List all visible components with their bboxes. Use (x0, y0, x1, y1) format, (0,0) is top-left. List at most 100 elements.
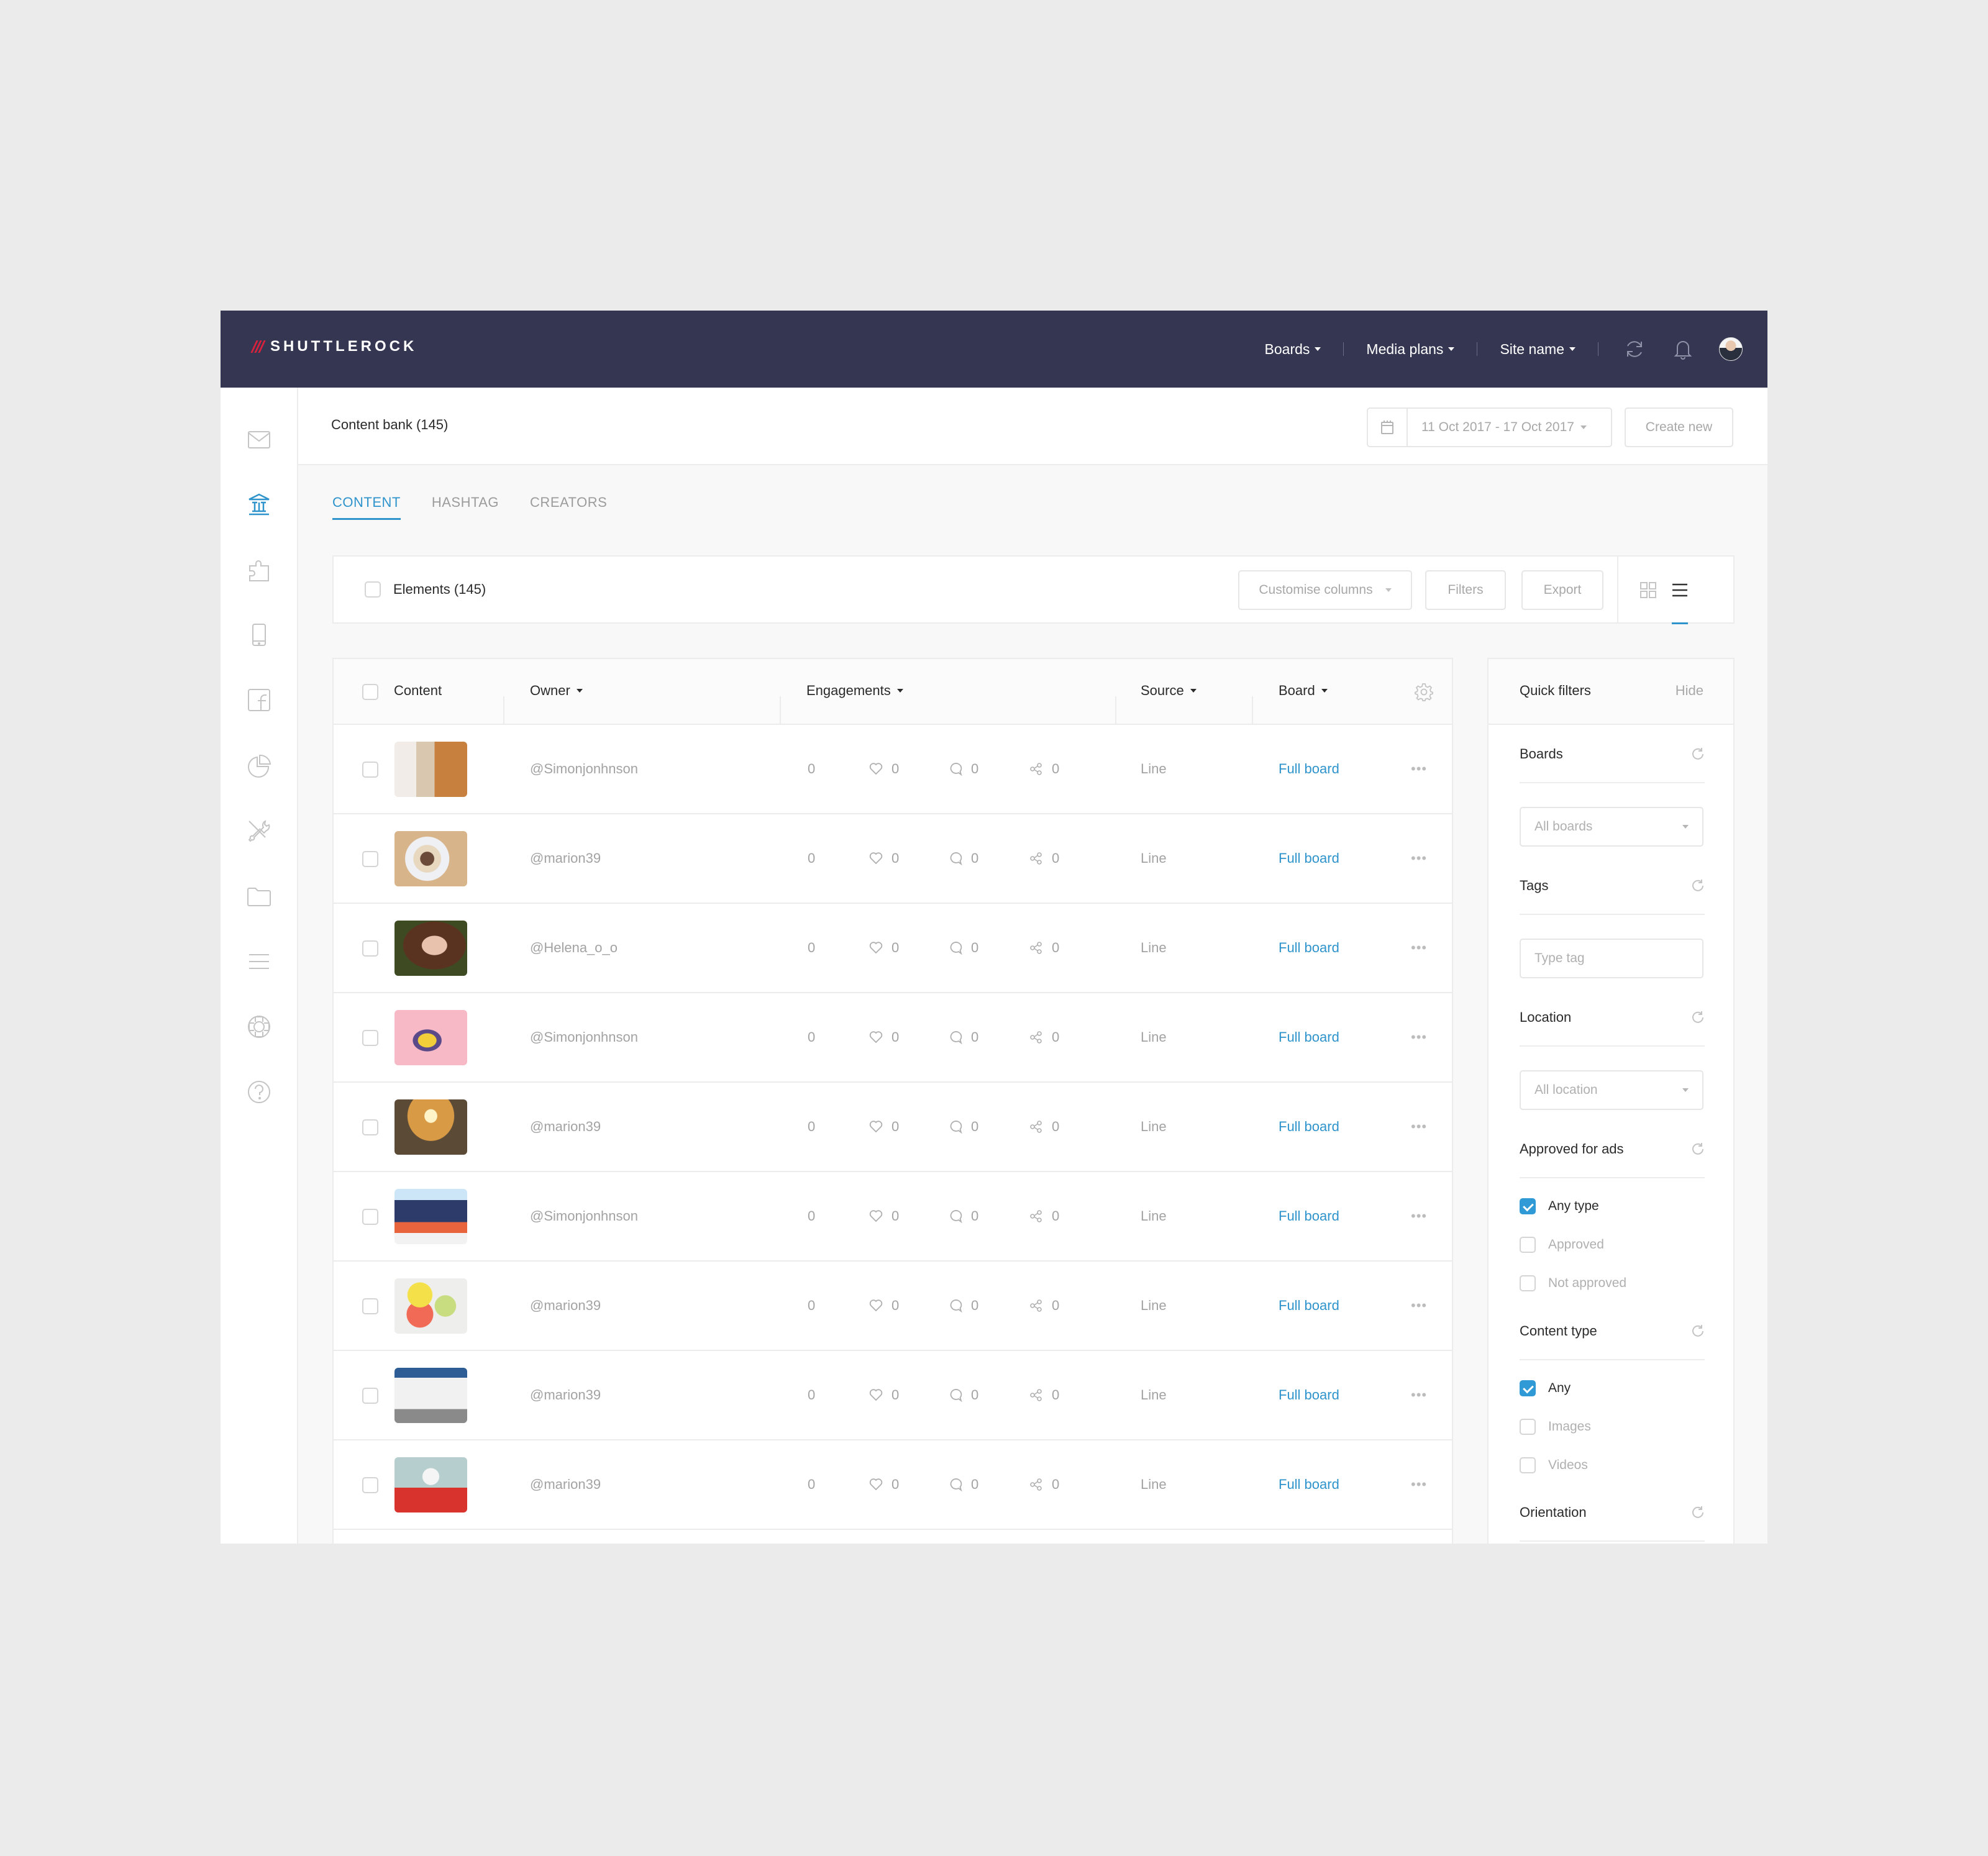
more-options-icon[interactable]: ••• (1411, 940, 1427, 956)
lifebuoy-icon[interactable] (245, 1013, 273, 1040)
row-checkbox[interactable] (362, 1298, 378, 1314)
tab-content[interactable]: CONTENT (332, 494, 401, 520)
owner-handle[interactable]: @marion39 (530, 1476, 601, 1493)
content-type-option-any[interactable]: Any (1520, 1380, 1571, 1396)
list-icon[interactable] (245, 948, 273, 975)
row-checkbox[interactable] (362, 851, 378, 867)
owner-handle[interactable]: @marion39 (530, 850, 601, 867)
row-checkbox[interactable] (362, 1209, 378, 1225)
more-options-icon[interactable]: ••• (1411, 761, 1427, 777)
owner-handle[interactable]: @Simonjonhnson (530, 1208, 638, 1224)
list-view-icon[interactable] (1667, 578, 1692, 603)
checkbox-approved[interactable] (1520, 1237, 1536, 1253)
bell-icon[interactable] (1671, 337, 1695, 362)
more-options-icon[interactable]: ••• (1411, 1476, 1427, 1493)
select-all-rows-checkbox[interactable] (362, 684, 378, 700)
puzzle-icon[interactable] (245, 556, 273, 583)
content-thumbnail[interactable] (394, 1278, 467, 1334)
reset-icon[interactable] (1691, 1011, 1705, 1024)
table-row[interactable]: @marion39 0 0 0 0 Line Full board ••• (334, 1440, 1452, 1530)
owner-handle[interactable]: @Simonjonhnson (530, 761, 638, 777)
owner-handle[interactable]: @Helena_o_o (530, 940, 618, 956)
date-range-picker[interactable]: 11 Oct 2017 - 17 Oct 2017 (1367, 407, 1612, 447)
board-link[interactable]: Full board (1279, 1029, 1339, 1045)
checkbox-images[interactable] (1520, 1419, 1536, 1435)
table-row[interactable]: @marion39 0 0 0 0 Line Full board ••• (334, 1083, 1452, 1172)
table-row[interactable]: @Helena_o_o 0 0 0 0 Line Full board ••• (334, 904, 1452, 993)
content-thumbnail[interactable] (394, 1099, 467, 1155)
reset-icon[interactable] (1691, 1506, 1705, 1519)
grid-view-icon[interactable] (1636, 578, 1661, 603)
board-link[interactable]: Full board (1279, 940, 1339, 956)
location-select[interactable]: All location (1520, 1070, 1703, 1110)
board-link[interactable]: Full board (1279, 1476, 1339, 1493)
row-checkbox[interactable] (362, 1388, 378, 1404)
reset-icon[interactable] (1691, 1142, 1705, 1156)
content-type-option-videos[interactable]: Videos (1520, 1457, 1588, 1473)
board-link[interactable]: Full board (1279, 850, 1339, 867)
row-checkbox[interactable] (362, 1030, 378, 1046)
bank-icon[interactable] (245, 491, 273, 518)
facebook-icon[interactable] (245, 686, 273, 714)
board-link[interactable]: Full board (1279, 1298, 1339, 1314)
table-row[interactable]: @Simonjonhnson 0 0 0 0 Line Full board •… (334, 993, 1452, 1083)
tags-input[interactable]: Type tag (1520, 939, 1703, 978)
more-options-icon[interactable]: ••• (1411, 1387, 1427, 1403)
board-link[interactable]: Full board (1279, 1208, 1339, 1224)
row-checkbox[interactable] (362, 940, 378, 957)
owner-handle[interactable]: @marion39 (530, 1387, 601, 1403)
owner-handle[interactable]: @marion39 (530, 1119, 601, 1135)
hide-filters-link[interactable]: Hide (1676, 683, 1703, 699)
export-button[interactable]: Export (1521, 570, 1603, 610)
mobile-icon[interactable] (245, 621, 273, 648)
more-options-icon[interactable]: ••• (1411, 1208, 1427, 1224)
board-link[interactable]: Full board (1279, 1387, 1339, 1403)
filters-button[interactable]: Filters (1425, 570, 1506, 610)
content-thumbnail[interactable] (394, 742, 467, 797)
column-source[interactable]: Source (1141, 683, 1197, 699)
tab-creators[interactable]: CREATORS (530, 494, 607, 520)
content-type-option-images[interactable]: Images (1520, 1419, 1591, 1435)
folder-icon[interactable] (245, 883, 273, 910)
more-options-icon[interactable]: ••• (1411, 1119, 1427, 1135)
owner-handle[interactable]: @Simonjonhnson (530, 1029, 638, 1045)
reset-icon[interactable] (1691, 747, 1705, 761)
boards-select[interactable]: All boards (1520, 807, 1703, 847)
owner-handle[interactable]: @marion39 (530, 1298, 601, 1314)
row-checkbox[interactable] (362, 1477, 378, 1493)
table-row[interactable]: @Simonjonhnson 0 0 0 0 Line Full board •… (334, 725, 1452, 814)
customise-columns-dropdown[interactable]: Customise columns (1238, 570, 1412, 610)
mail-icon[interactable] (245, 426, 273, 453)
approved-option-any-type[interactable]: Any type (1520, 1198, 1599, 1214)
checkbox-any[interactable] (1520, 1380, 1536, 1396)
table-row[interactable]: @marion39 0 0 0 0 Line Full board ••• (334, 814, 1452, 904)
tools-icon[interactable] (245, 817, 273, 845)
tab-hashtag[interactable]: HASHTAG (432, 494, 499, 520)
more-options-icon[interactable]: ••• (1411, 1029, 1427, 1045)
row-checkbox[interactable] (362, 1119, 378, 1135)
board-link[interactable]: Full board (1279, 761, 1339, 777)
content-thumbnail[interactable] (394, 1010, 467, 1065)
create-new-button[interactable]: Create new (1625, 407, 1733, 447)
board-link[interactable]: Full board (1279, 1119, 1339, 1135)
column-engagements[interactable]: Engagements (806, 683, 903, 699)
reset-icon[interactable] (1691, 1324, 1705, 1338)
table-row[interactable]: @marion39 0 0 0 0 Line Full board ••• (334, 1351, 1452, 1440)
more-options-icon[interactable]: ••• (1411, 850, 1427, 867)
gear-icon[interactable] (1415, 683, 1433, 704)
checkbox-any-type[interactable] (1520, 1198, 1536, 1214)
select-all-checkbox[interactable] (365, 581, 381, 598)
logo[interactable]: SHUTTLEROCK (250, 338, 417, 355)
column-owner[interactable]: Owner (530, 683, 583, 699)
table-row[interactable]: @Simonjonhnson 0 0 0 0 Line Full board •… (334, 1172, 1452, 1262)
user-avatar[interactable] (1719, 337, 1743, 361)
nav-media-plans-dropdown[interactable]: Media plans (1366, 341, 1455, 358)
nav-site-name-dropdown[interactable]: Site name (1500, 341, 1575, 358)
checkbox-videos[interactable] (1520, 1457, 1536, 1473)
content-thumbnail[interactable] (394, 1457, 467, 1513)
content-thumbnail[interactable] (394, 1368, 467, 1423)
column-board[interactable]: Board (1279, 683, 1328, 699)
approved-option-not-approved[interactable]: Not approved (1520, 1275, 1626, 1291)
checkbox-not-approved[interactable] (1520, 1275, 1536, 1291)
row-checkbox[interactable] (362, 762, 378, 778)
